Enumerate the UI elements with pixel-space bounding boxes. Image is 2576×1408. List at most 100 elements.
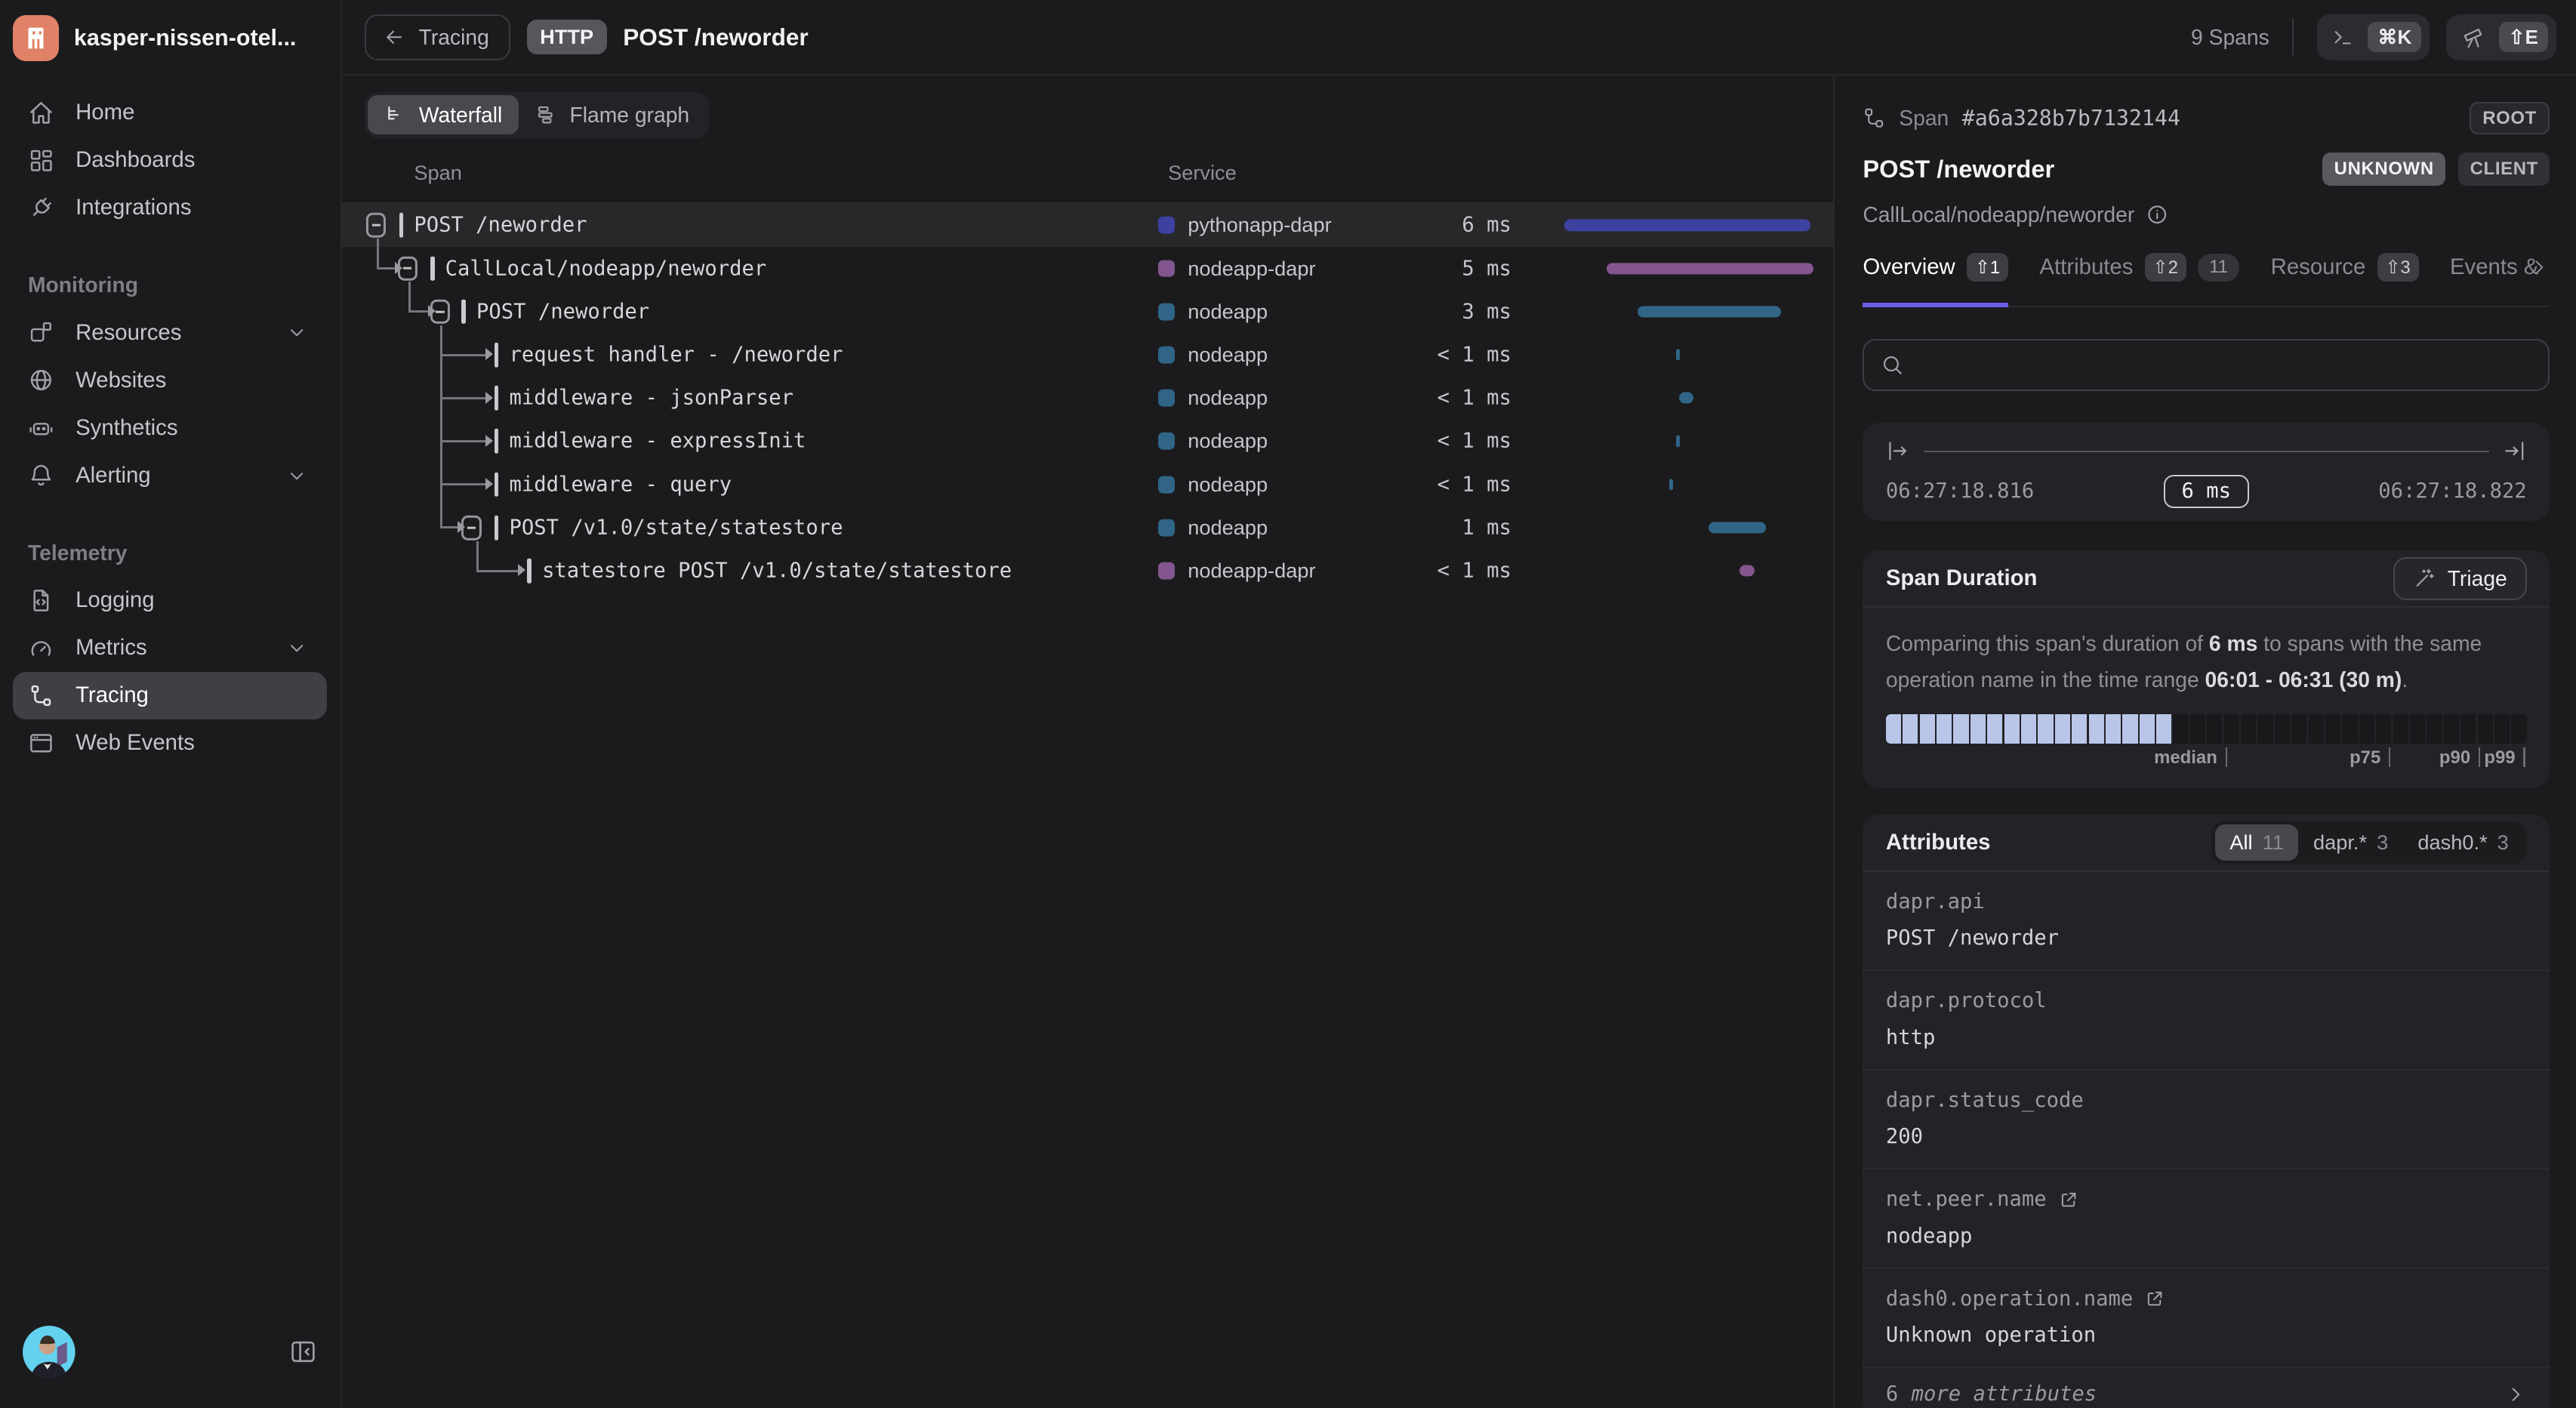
service-name: nodeapp — [1188, 516, 1268, 540]
tab-attributes[interactable]: Attributes⇧211 — [2039, 253, 2239, 307]
org-switcher[interactable]: kasper-nissen-otel... — [0, 0, 340, 74]
more-attributes-row[interactable]: 6 more attributes — [1863, 1368, 2550, 1408]
attribute-key: dash0.operation.name — [1886, 1287, 2133, 1311]
histogram-cell — [2257, 714, 2272, 744]
sidebar-item-websites[interactable]: Websites — [13, 356, 327, 404]
span-id: #a6a328b7b7132144 — [1962, 106, 2180, 131]
span-row[interactable]: middleware - expressInitnodeapp< 1 ms — [342, 420, 1834, 463]
attribute-value: http — [1886, 1026, 2527, 1049]
span-name: middleware - expressInit — [510, 430, 806, 453]
user-avatar[interactable] — [23, 1326, 75, 1379]
attribute-key: dapr.protocol — [1886, 989, 2047, 1012]
histogram-cell — [2106, 714, 2121, 744]
info-icon[interactable] — [2146, 203, 2168, 226]
histogram-cell — [2275, 714, 2290, 744]
histogram-cell — [2089, 714, 2104, 744]
sidebar-item-resources[interactable]: Resources — [13, 309, 327, 356]
tab-flame-graph[interactable]: Flame graph — [519, 95, 706, 134]
collapse-expander[interactable] — [461, 516, 481, 541]
attribute-row: dapr.protocol http — [1863, 971, 2550, 1070]
sidebar-item-alerting[interactable]: Alerting — [13, 451, 327, 499]
attribute-row: dash0.operation.nameUnknown operation — [1863, 1269, 2550, 1368]
waterfall-label: Waterfall — [419, 103, 502, 128]
tree-connector — [377, 267, 396, 270]
service-name: nodeapp — [1188, 386, 1268, 410]
attributes-card: Attributes All11dapr.*3dash0.*3 dapr.api… — [1863, 815, 2550, 1408]
filter-dapr[interactable]: dapr.*3 — [2298, 824, 2402, 861]
tab-events[interactable]: Events & — [2450, 254, 2539, 306]
span-duration: 3 ms — [1295, 300, 1511, 323]
command-palette-button[interactable]: ⌘K — [2317, 14, 2430, 60]
sidebar-item-home[interactable]: Home — [13, 88, 327, 136]
tab-resource[interactable]: Resource⇧3 — [2271, 253, 2419, 307]
sidebar-item-dashboards[interactable]: Dashboards — [13, 137, 327, 184]
flame-graph-icon — [535, 103, 558, 126]
tab-overview[interactable]: Overview⇧1 — [1863, 253, 2008, 307]
sidebar-item-web-events[interactable]: Web Events — [13, 719, 327, 767]
span-color-bar — [495, 343, 498, 368]
home-icon — [28, 100, 54, 126]
more-count: 6 — [1886, 1382, 1898, 1406]
trace-waterfall-panel: Waterfall Flame graph Span Service POST … — [342, 75, 1834, 1408]
span-row[interactable]: POST /neworderpythonapp-dapr6 ms — [342, 204, 1834, 247]
histogram-cell — [2511, 714, 2526, 744]
sidebar-item-logging[interactable]: Logging — [13, 577, 327, 624]
histogram-cell — [2478, 714, 2493, 744]
span-row[interactable]: statestore POST /v1.0/state/statestoreno… — [342, 550, 1834, 593]
sidebar-item-synthetics[interactable]: Synthetics — [13, 404, 327, 451]
tree-connector — [440, 440, 486, 442]
collapse-expander[interactable] — [398, 256, 418, 281]
sidebar-item-metrics[interactable]: Metrics — [13, 624, 327, 672]
org-logo — [13, 15, 59, 61]
attribute-row: dapr.apiPOST /neworder — [1863, 872, 2550, 971]
collapse-expander[interactable] — [430, 300, 450, 325]
span-color-bar — [399, 213, 403, 238]
span-row[interactable]: request handler - /newordernodeapp< 1 ms — [342, 333, 1834, 376]
sidebar-item-tracing[interactable]: Tracing — [13, 672, 327, 719]
span-duration-title: Span Duration — [1886, 565, 2038, 591]
attribute-search[interactable] — [1863, 339, 2550, 392]
external-link-icon[interactable] — [2144, 1288, 2165, 1309]
tab-shortcut-badge: ⇧3 — [2377, 253, 2419, 282]
back-to-tracing-button[interactable]: Tracing — [365, 14, 510, 60]
span-row[interactable]: POST /v1.0/state/statestorenodeapp1 ms — [342, 506, 1834, 549]
view-switcher: Waterfall Flame graph — [342, 75, 1834, 138]
external-link-icon[interactable] — [2058, 1189, 2079, 1210]
collapse-expander[interactable] — [366, 213, 386, 238]
triage-label: Triage — [2448, 566, 2507, 591]
attribute-value: POST /neworder — [1886, 926, 2527, 950]
filter-dash0[interactable]: dash0.*3 — [2403, 824, 2524, 861]
collapse-sidebar-button[interactable] — [289, 1338, 317, 1366]
filter-all[interactable]: All11 — [2215, 824, 2299, 861]
filter-count: 3 — [2497, 830, 2509, 855]
tab-waterfall[interactable]: Waterfall — [368, 95, 519, 134]
percentile-tick — [2389, 747, 2390, 767]
sidebar-item-integrations[interactable]: Integrations — [13, 184, 327, 232]
span-timeline-bar — [1564, 220, 1810, 231]
span-label: Span — [1899, 106, 1949, 131]
sidebar-item-label: Integrations — [75, 195, 307, 220]
percentile-tick — [2226, 747, 2227, 767]
triage-button[interactable]: Triage — [2393, 557, 2527, 600]
search-input[interactable] — [1917, 353, 2531, 377]
filter-label: dapr.* — [2313, 830, 2367, 855]
trace-title: POST /neworder — [623, 23, 808, 51]
span-row[interactable]: middleware - querynodeapp< 1 ms — [342, 463, 1834, 506]
histogram-cell — [2224, 714, 2239, 744]
span-timeline-bar — [1679, 393, 1694, 404]
span-duration: < 1 ms — [1295, 344, 1511, 367]
wand-icon — [2413, 567, 2436, 590]
duration-histogram — [1886, 714, 2527, 744]
span-row[interactable]: POST /newordernodeapp3 ms — [342, 290, 1834, 333]
span-row[interactable]: CallLocal/nodeapp/newordernodeapp-dapr5 … — [342, 247, 1834, 290]
webevents-icon — [28, 730, 54, 756]
telescope-icon — [2461, 25, 2486, 50]
tabs-scroll-chevron-icon[interactable] — [2528, 257, 2550, 278]
span-color-bar — [495, 386, 498, 411]
service-color-swatch — [1158, 217, 1175, 234]
histogram-cell — [2309, 714, 2324, 744]
explore-button[interactable]: ⇧E — [2446, 14, 2556, 60]
span-row[interactable]: middleware - jsonParsernodeapp< 1 ms — [342, 377, 1834, 420]
nav-section-telemetry: Telemetry — [13, 529, 327, 577]
histogram-cell — [2173, 714, 2188, 744]
